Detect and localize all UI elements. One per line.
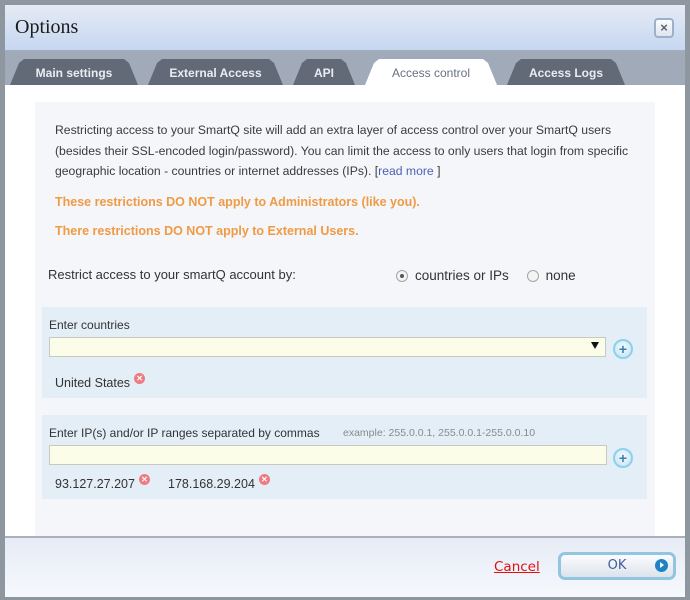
radio-none[interactable]: none	[526, 268, 576, 283]
country-chip: United States ✕	[55, 373, 146, 390]
access-control-panel: Restricting access to your SmartQ site w…	[35, 102, 655, 539]
restrict-label: Restrict access to your smartQ account b…	[48, 267, 296, 282]
add-country-button[interactable]: +	[613, 339, 633, 359]
tab-bar: Main settings External Access API Access…	[5, 51, 685, 85]
dropdown-arrow-icon	[591, 342, 599, 349]
countries-panel: Enter countries + United States ✕	[42, 307, 647, 398]
dialog-title: Options	[15, 16, 79, 38]
radio-selected-indicator	[396, 269, 408, 282]
title-bar: Options ×	[5, 5, 685, 51]
read-more-link[interactable]: read more	[378, 164, 434, 178]
ips-example: example: 255.0.0.1, 255.0.0.1-255.0.0.10	[343, 427, 536, 439]
tab-access-logs[interactable]: Access Logs	[507, 59, 625, 85]
plus-icon: +	[618, 450, 628, 466]
ips-label: Enter IP(s) and/or IP ranges separated b…	[49, 426, 320, 440]
close-icon: ×	[660, 20, 668, 35]
radio-unselected-indicator	[526, 269, 539, 282]
countries-label: Enter countries	[49, 318, 130, 332]
cancel-link[interactable]: Cancel	[494, 559, 540, 575]
tab-external-access[interactable]: External Access	[148, 59, 283, 85]
tab-access-control[interactable]: Access control	[365, 59, 497, 85]
admin-warning: These restrictions DO NOT apply to Admin…	[55, 195, 420, 209]
plus-icon: +	[618, 341, 628, 357]
dialog-footer: Cancel OK	[5, 536, 685, 597]
intro-text: Restricting access to your SmartQ site w…	[55, 123, 629, 178]
options-dialog: Options × Main settings External Access …	[5, 5, 685, 597]
remove-icon[interactable]: ✕	[258, 474, 270, 485]
ip-chip: 93.127.27.207 ✕	[55, 474, 150, 491]
add-ip-button[interactable]: +	[613, 448, 633, 468]
remove-icon[interactable]: ✕	[138, 474, 150, 485]
close-button[interactable]: ×	[654, 18, 674, 38]
tab-api[interactable]: API	[293, 59, 355, 85]
remove-icon[interactable]: ✕	[134, 373, 146, 384]
tab-main-settings[interactable]: Main settings	[10, 59, 138, 85]
ip-chip: 178.168.29.204 ✕	[168, 474, 270, 491]
radio-countries-or-ips[interactable]: countries or IPs	[396, 268, 509, 283]
restrict-radio-group: countries or IPs none	[396, 268, 590, 285]
external-users-warning: There restrictions DO NOT apply to Exter…	[55, 224, 359, 238]
arrow-right-icon	[655, 559, 668, 572]
ips-panel: Enter IP(s) and/or IP ranges separated b…	[42, 415, 647, 499]
ips-input[interactable]	[49, 445, 607, 465]
countries-select[interactable]	[49, 337, 606, 357]
ok-button[interactable]: OK	[558, 552, 676, 580]
